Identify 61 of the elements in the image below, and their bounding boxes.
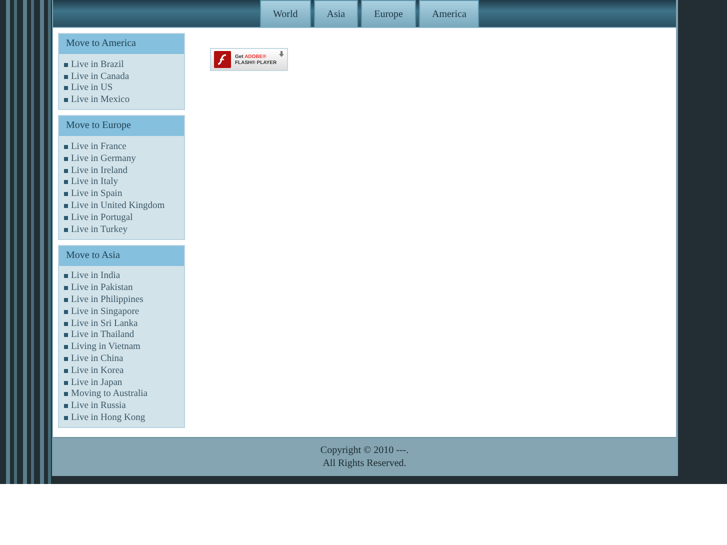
- sidebar-link[interactable]: Live in China: [71, 354, 124, 364]
- sidebar-link[interactable]: Live in Sri Lanka: [71, 318, 138, 329]
- bullet-icon: [64, 298, 68, 302]
- sidebar-link[interactable]: Live in Hong Kong: [71, 413, 146, 424]
- bullet-icon: [64, 74, 68, 79]
- bullet-icon: [64, 310, 68, 314]
- sidebar-link[interactable]: Live in India: [71, 271, 120, 282]
- bullet-icon: [64, 145, 68, 150]
- nav-tab[interactable]: Europe: [361, 0, 416, 27]
- bullet-icon: [64, 228, 68, 232]
- bullet-icon: [64, 216, 68, 220]
- sidebar-link[interactable]: Live in Thailand: [71, 330, 134, 340]
- bullet-icon: [64, 192, 68, 196]
- bullet-icon: [64, 380, 68, 385]
- bullet-icon: [64, 286, 68, 290]
- sidebar-link[interactable]: Live in US: [71, 83, 113, 94]
- sidebar-link[interactable]: Live in Korea: [71, 366, 124, 376]
- bullet-icon: [64, 62, 68, 67]
- bullet-icon: [64, 98, 68, 102]
- bullet-icon: [64, 86, 68, 90]
- sidebar-heading: Move to Asia: [59, 246, 184, 266]
- bullet-icon: [64, 392, 68, 396]
- sidebar-link[interactable]: Live in Spain: [71, 189, 122, 200]
- bullet-icon: [64, 156, 68, 161]
- sidebar-link[interactable]: Live in France: [71, 142, 126, 152]
- sidebar-link[interactable]: Live in Russia: [71, 401, 126, 412]
- footer-text: Copyright © 2010 ---.: [320, 445, 409, 456]
- sidebar-link[interactable]: Live in Mexico: [71, 95, 130, 106]
- sidebar-link[interactable]: Live in Ireland: [71, 166, 128, 176]
- bullet-icon: [64, 345, 68, 350]
- sidebar-link[interactable]: Live in Italy: [71, 177, 118, 188]
- sidebar-link[interactable]: Live in Germany: [71, 154, 136, 164]
- sidebar-heading: Move to Europe: [59, 116, 184, 136]
- footer-text: All Rights Reserved.: [322, 458, 406, 469]
- bullet-icon: [64, 274, 68, 278]
- sidebar-link[interactable]: Live in Turkey: [71, 224, 128, 235]
- bullet-icon: [64, 322, 68, 326]
- bullet-icon: [64, 357, 68, 362]
- nav-tab[interactable]: World: [260, 0, 311, 27]
- flash-logo-icon: [214, 51, 231, 68]
- sidebar-link[interactable]: Live in Japan: [71, 378, 122, 388]
- sidebar-link[interactable]: Live in Canada: [71, 72, 130, 82]
- bullet-icon: [64, 204, 68, 208]
- sidebar-link[interactable]: Live in Philippines: [71, 295, 144, 306]
- sidebar-link[interactable]: Live in Singapore: [71, 306, 140, 317]
- bullet-icon: [64, 416, 68, 420]
- nav-tab[interactable]: Asia: [314, 0, 358, 27]
- bullet-icon: [64, 168, 68, 173]
- nav-tab[interactable]: America: [418, 0, 480, 27]
- sidebar-link[interactable]: Living in Vietnam: [71, 342, 140, 352]
- sidebar-link[interactable]: Moving to Australia: [71, 389, 148, 400]
- bullet-icon: [64, 333, 68, 338]
- bullet-icon: [64, 180, 68, 184]
- sidebar-link[interactable]: Live in Portugal: [71, 212, 133, 223]
- sidebar-heading: Move to America: [59, 34, 184, 54]
- bullet-icon: [64, 368, 68, 373]
- bullet-icon: [64, 404, 68, 408]
- sidebar-link[interactable]: Live in Brazil: [71, 60, 124, 70]
- download-arrow-icon: [279, 51, 284, 57]
- sidebar-link[interactable]: Live in Pakistan: [71, 283, 133, 294]
- sidebar-link[interactable]: Live in United Kingdom: [71, 201, 165, 212]
